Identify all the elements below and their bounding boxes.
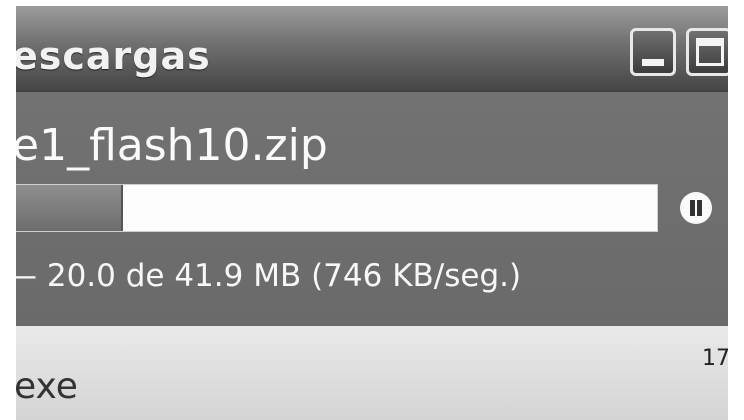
downloads-window: escargas e1_flash10.zip — 20.0 de 41.9 M… [16,6,728,420]
minimize-icon [642,59,664,66]
maximize-icon [696,38,724,66]
download-filename: e1_flash10.zip [16,120,328,171]
download-item[interactable]: e1_flash10.zip — 20.0 de 41.9 MB (746 KB… [16,92,728,326]
download-filename: exe [16,366,78,407]
download-progress-bar [16,184,658,232]
pause-icon [690,200,695,216]
window-title: escargas [16,34,211,78]
download-size: 17 [702,346,728,371]
download-progress-fill [16,185,123,231]
download-item-next[interactable]: exe 17 [16,326,728,420]
pause-button[interactable] [680,192,712,224]
maximize-button[interactable] [686,28,728,76]
minimize-button[interactable] [630,28,676,76]
title-bar[interactable]: escargas [16,6,728,92]
pause-icon [697,200,702,216]
download-status: — 20.0 de 41.9 MB (746 KB/seg.) [16,258,522,294]
